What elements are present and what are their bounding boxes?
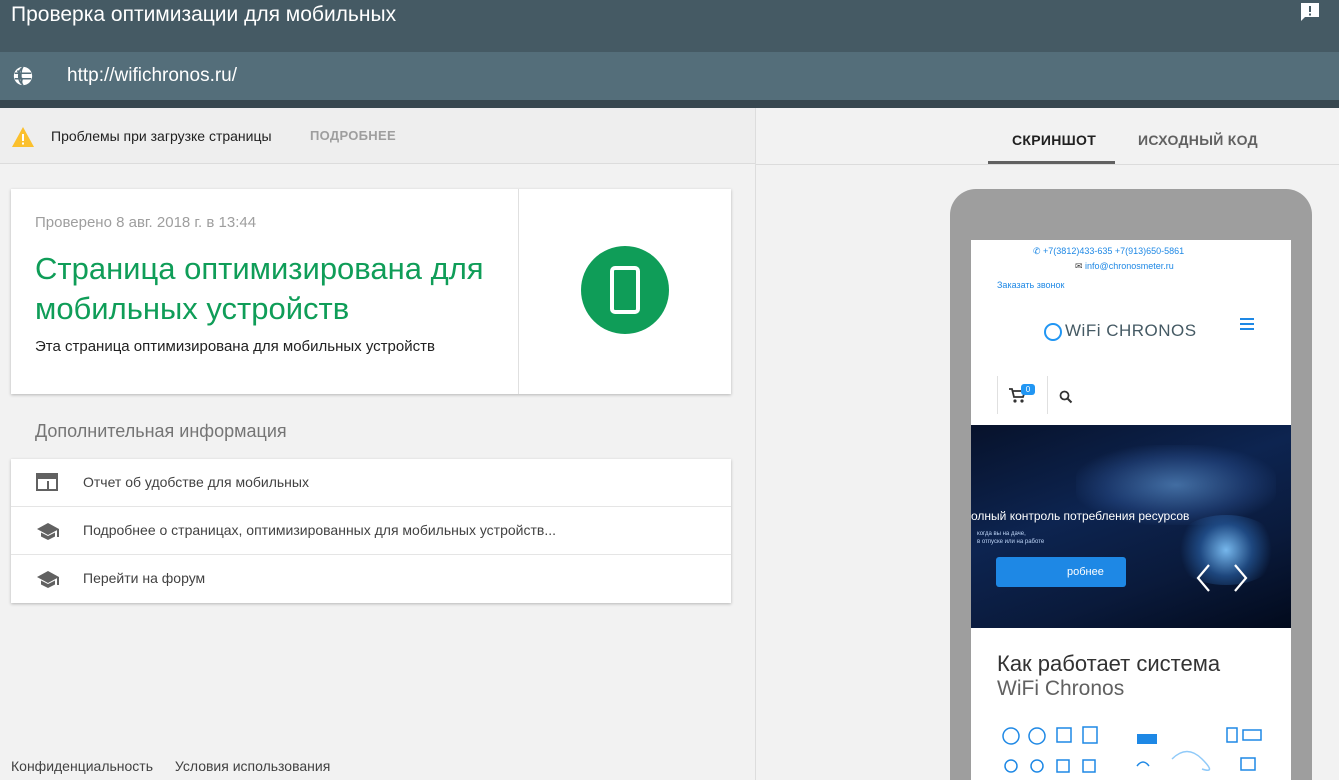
- school-cap-icon: [36, 569, 60, 589]
- link-label: Подробнее о страницах, оптимизированных …: [83, 522, 556, 538]
- terms-link[interactable]: Условия использования: [175, 758, 330, 774]
- preview-section-subtitle: WiFi Chronos: [997, 677, 1125, 700]
- system-diagram-graphic: [997, 724, 1267, 780]
- globe-icon: [12, 65, 34, 87]
- tab-source-code[interactable]: ИСХОДНЫЙ КОД: [1138, 132, 1258, 148]
- school-cap-icon: [36, 521, 60, 541]
- hero-subtitle-2: в отпуске или на работе: [977, 539, 1045, 545]
- warning-details-button[interactable]: ПОДРОБНЕЕ: [310, 128, 396, 143]
- pane-divider: [755, 108, 756, 780]
- hero-button: [996, 557, 1126, 587]
- hero-button-label: робнее: [1067, 566, 1104, 578]
- privacy-link[interactable]: Конфиденциальность: [11, 758, 153, 774]
- preview-phone-numbers: +7(3812)433-635 +7(913)650-5861: [1043, 246, 1185, 256]
- preview-tabs: СКРИНШОТ ИСХОДНЫЙ КОД: [756, 108, 1339, 165]
- card-separator: [518, 189, 519, 394]
- footer: Конфиденциальность Условия использования: [11, 758, 348, 774]
- preview-email: ✉ info@chronosmeter.ru: [1075, 261, 1174, 272]
- hand-glow-graphic: [1171, 515, 1281, 585]
- preview-email-text: info@chronosmeter.ru: [1085, 261, 1174, 271]
- page-screenshot[interactable]: ✆ +7(3812)433-635 +7(913)650-5861 ✉ info…: [971, 240, 1291, 780]
- url-bar: http://wifichronos.ru/: [0, 52, 1339, 100]
- phone-icon: [610, 266, 640, 314]
- preview-logo-text: WiFi CHRONOS: [1065, 321, 1197, 340]
- chevron-right-icon: [1233, 563, 1249, 593]
- search-icon: [1059, 390, 1073, 404]
- more-info-links: Отчет об удобстве для мобильных Подробне…: [11, 459, 731, 603]
- web-layout-icon: [36, 473, 60, 493]
- link-forum[interactable]: Перейти на форум: [11, 555, 731, 603]
- tested-url[interactable]: http://wifichronos.ru/: [67, 65, 237, 87]
- result-headline: Страница оптимизирована для мобильных ус…: [35, 251, 484, 326]
- mobile-friendly-icon: [581, 246, 669, 334]
- app-title: Проверка оптимизации для мобильных: [11, 3, 397, 26]
- phone-handset-icon: ✆: [1033, 246, 1044, 256]
- mail-icon: ✉: [1075, 261, 1086, 271]
- hamburger-menu-icon: [1240, 317, 1254, 330]
- header-shadow: [0, 100, 1339, 108]
- preview-logo: WiFi CHRONOS: [1043, 321, 1197, 341]
- checked-timestamp: Проверено 8 авг. 2018 г. в 13:44: [35, 214, 257, 231]
- link-mobile-usability-report[interactable]: Отчет об удобстве для мобильных: [11, 459, 731, 507]
- preview-callback-link: Заказать звонок: [997, 280, 1065, 290]
- app-header: Проверка оптимизации для мобильных: [0, 0, 1339, 52]
- warning-text: Проблемы при загрузке страницы: [51, 128, 272, 144]
- result-subtitle: Эта страница оптимизирована для мобильны…: [35, 338, 435, 355]
- tab-screenshot[interactable]: СКРИНШОТ: [1012, 132, 1096, 148]
- more-info-title: Дополнительная информация: [35, 421, 287, 441]
- page-loading-warning: Проблемы при загрузке страницы ПОДРОБНЕЕ: [0, 108, 755, 164]
- result-card: Проверено 8 авг. 2018 г. в 13:44 Страниц…: [11, 189, 731, 394]
- hero-subtitle-1: когда вы на даче,: [977, 531, 1026, 537]
- toolbar-divider: [997, 376, 998, 414]
- hero-title: олный контроль потребления ресурсов: [971, 509, 1190, 523]
- preview-section-title: Как работает система: [997, 651, 1221, 676]
- active-tab-indicator: [988, 161, 1115, 164]
- link-label: Отчет об удобстве для мобильных: [83, 474, 309, 490]
- preview-hero-banner: олный контроль потребления ресурсов когд…: [971, 425, 1291, 628]
- link-learn-more-mobile-pages[interactable]: Подробнее о страницах, оптимизированных …: [11, 507, 731, 555]
- warning-icon: [11, 126, 35, 148]
- chevron-left-icon: [1195, 563, 1211, 593]
- toolbar-divider: [1047, 376, 1048, 414]
- feedback-icon[interactable]: [1298, 0, 1322, 24]
- cart-count-badge: 0: [1021, 384, 1035, 395]
- link-label: Перейти на форум: [83, 570, 206, 586]
- preview-phones: ✆ +7(3812)433-635 +7(913)650-5861: [1033, 246, 1184, 257]
